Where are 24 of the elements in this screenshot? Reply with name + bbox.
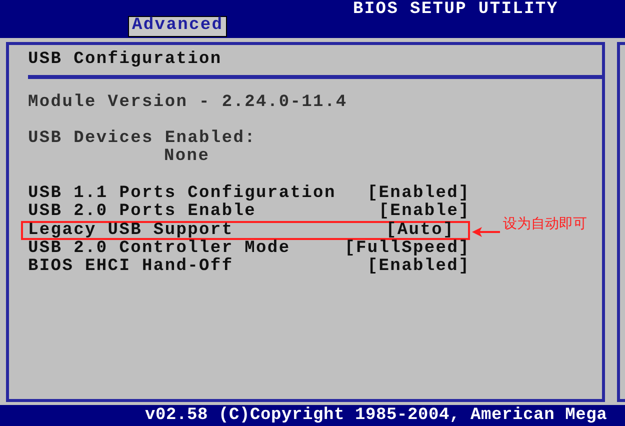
setting-value: [Auto]	[386, 222, 454, 240]
setting-row[interactable]: BIOS EHCI Hand-Off [Enabled]	[21, 258, 470, 276]
arrow-icon	[472, 226, 500, 236]
setting-label: BIOS EHCI Hand-Off	[28, 258, 234, 276]
devices-label: USB Devices Enabled:	[28, 130, 258, 148]
setting-row[interactable]: USB 1.1 Ports Configuration [Enabled]	[21, 185, 470, 203]
module-version: Module Version - 2.24.0-11.4	[28, 94, 348, 112]
devices-value: None	[164, 148, 211, 166]
annotation-text: 设为自动即可	[503, 214, 587, 232]
copyright-text: v02.58 (C)Copyright 1985-2004, American Mega	[145, 406, 608, 425]
setting-label: USB 2.0 Controller Mode	[28, 240, 292, 258]
window-title: BIOS SETUP UTILITY	[353, 1, 558, 19]
setting-row[interactable]: USB 2.0 Controller Mode [FullSpeed]	[21, 240, 470, 258]
setting-label: Legacy USB Support	[28, 222, 234, 240]
setting-value: [Enabled]	[367, 185, 470, 203]
setting-label: USB 2.0 Ports Enable	[28, 203, 258, 221]
setting-value: [Enabled]	[367, 258, 470, 276]
setting-value: [FullSpeed]	[344, 240, 470, 258]
menu-tab[interactable]: Advanced	[128, 16, 228, 37]
setting-label: USB 1.1 Ports Configuration	[28, 185, 337, 203]
panel-heading: USB Configuration	[28, 51, 223, 71]
setting-row[interactable]: USB 2.0 Ports Enable [Enable]	[21, 203, 470, 221]
setting-row[interactable]: Legacy USB Support [Auto]	[21, 221, 470, 240]
setting-value: [Enable]	[378, 203, 470, 221]
